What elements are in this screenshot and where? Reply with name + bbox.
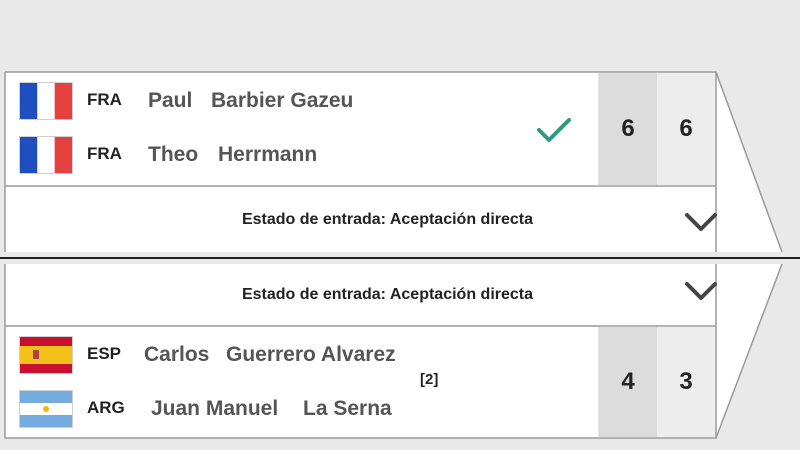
player-first-name[interactable]: Theo: [148, 143, 198, 167]
argentina-flag-icon: [19, 390, 73, 428]
player-first-name[interactable]: Carlos: [144, 343, 209, 367]
country-code: FRA: [87, 144, 122, 163]
entry-status-toggle[interactable]: Estado de entrada: Aceptación directa: [5, 187, 717, 253]
player-row: FRA Paul Barbier Gazeu: [5, 76, 597, 128]
country-code: FRA: [87, 90, 122, 109]
player-row: ARG Juan Manuel La Serna: [5, 382, 597, 434]
chevron-down-icon[interactable]: [681, 276, 721, 306]
set-score: 4: [621, 368, 635, 395]
entry-status-text: Estado de entrada: Aceptación directa: [241, 286, 534, 303]
entry-status-toggle[interactable]: Estado de entrada: Aceptación directa: [5, 262, 717, 328]
country-code: ARG: [87, 398, 125, 417]
player-last-name[interactable]: Barbier Gazeu: [211, 89, 353, 113]
chevron-down-icon[interactable]: [681, 207, 721, 237]
player-first-name[interactable]: Paul: [148, 89, 192, 113]
set-score: 3: [679, 368, 693, 395]
checkmark-icon: [537, 118, 571, 142]
player-last-name[interactable]: La Serna: [303, 397, 392, 421]
player-row: ESP Carlos Guerrero Alvarez: [5, 330, 597, 382]
seed-badge: [2]: [420, 371, 439, 388]
player-last-name[interactable]: Herrmann: [218, 143, 317, 167]
player-last-name[interactable]: Guerrero Alvarez: [226, 343, 396, 367]
france-flag-icon: [19, 136, 73, 174]
set-score: 6: [621, 115, 635, 142]
player-row: FRA Theo Herrmann: [5, 128, 597, 180]
set-score: 6: [679, 115, 693, 142]
france-flag-icon: [19, 82, 73, 120]
player-first-name[interactable]: Juan Manuel: [151, 397, 278, 421]
entry-status-text: Estado de entrada: Aceptación directa: [241, 211, 534, 228]
country-code: ESP: [87, 344, 122, 363]
draw-bracket: FRA Paul Barbier Gazeu FRA Theo Herrmann…: [0, 0, 800, 450]
spain-flag-icon: [19, 336, 73, 374]
